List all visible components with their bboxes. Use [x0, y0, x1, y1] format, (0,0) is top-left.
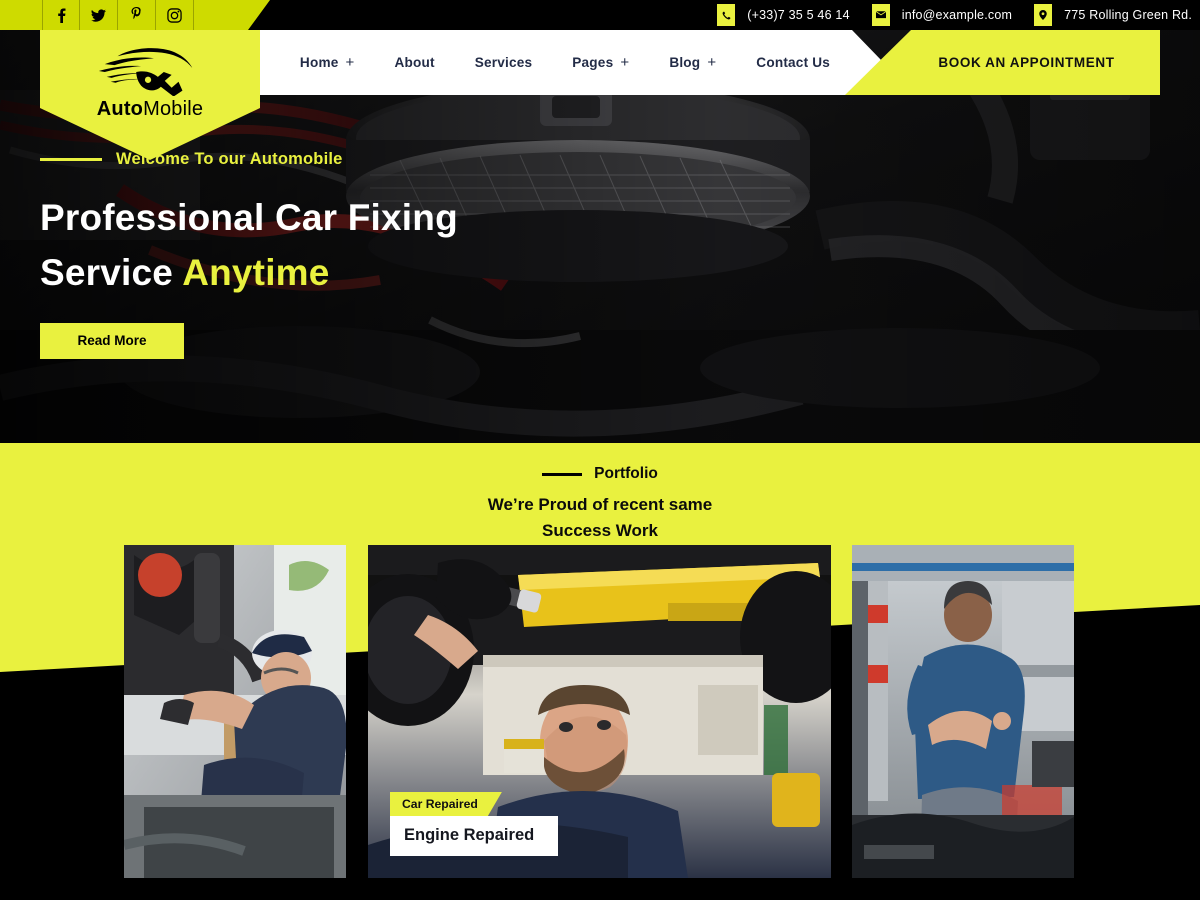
contact-email[interactable]: info@example.com: [871, 0, 1013, 30]
location-pin-icon: [1034, 4, 1053, 26]
nav-item-blog[interactable]: Blog +: [649, 55, 736, 70]
nav-item-services[interactable]: Services: [455, 55, 553, 70]
portfolio-card-featured[interactable]: Car Repaired Engine Repaired: [368, 545, 831, 878]
portfolio-cards: Car Repaired Engine Repaired: [0, 545, 1200, 885]
contact-email-text: info@example.com: [901, 8, 1013, 22]
hero-title-line2: Service Anytime: [40, 246, 740, 301]
portfolio-divider: [542, 472, 583, 476]
hero-title-accent: Anytime: [182, 251, 330, 293]
logo-text-regular: Mobile: [143, 98, 204, 120]
read-more-button[interactable]: Read More: [40, 322, 184, 359]
portfolio-title-line2: Success Work: [542, 520, 658, 540]
contact-phone-text: (+33)7 35 5 46 14: [747, 8, 850, 22]
twitter-icon[interactable]: [80, 0, 118, 30]
nav-item-label: About: [394, 55, 435, 70]
logo-text-bold: Auto: [96, 98, 144, 120]
facebook-icon[interactable]: [42, 0, 80, 30]
nav-item-contact-us[interactable]: Contact Us: [736, 55, 850, 70]
nav-item-label: Home: [299, 55, 339, 70]
hero-title: Professional Car Fixing Service Anytime: [40, 191, 740, 301]
contact-address[interactable]: 775 Rolling Green Rd.: [1034, 0, 1192, 30]
envelope-icon: [871, 4, 890, 26]
nav-item-about[interactable]: About: [374, 55, 454, 70]
hero-title-line2-plain: Service: [40, 251, 183, 293]
portfolio-section: Portfolio We’re Proud of recent same Suc…: [0, 443, 1200, 900]
portfolio-card-image: [124, 545, 346, 878]
nav-item-pages[interactable]: Pages +: [552, 55, 649, 70]
portfolio-title-line1: We’re Proud of recent same: [487, 495, 713, 514]
nav-item-home[interactable]: Home +: [280, 55, 375, 70]
portfolio-title: We’re Proud of recent same Success Work: [0, 492, 1200, 543]
social-links: [0, 0, 270, 30]
nav-item-label: Pages: [572, 55, 614, 70]
contact-info: (+33)7 35 5 46 14 info@example.com 775 R…: [695, 0, 1200, 30]
book-appointment-panel: BOOK AN APPOINTMENT: [845, 30, 1160, 95]
plus-icon: +: [620, 54, 630, 71]
logo-text: AutoMobile: [97, 98, 203, 121]
top-bar: (+33)7 35 5 46 14 info@example.com 775 R…: [0, 0, 1200, 30]
phone-icon: [717, 4, 736, 26]
instagram-icon[interactable]: [156, 0, 194, 30]
contact-phone[interactable]: (+33)7 35 5 46 14: [717, 0, 850, 30]
portfolio-label-row: Portfolio: [0, 465, 1200, 483]
nav-item-label: Blog: [669, 55, 701, 70]
portfolio-card[interactable]: [124, 545, 346, 878]
plus-icon: +: [345, 54, 355, 71]
portfolio-label: Portfolio: [594, 465, 658, 482]
portfolio-card-image: [852, 545, 1074, 878]
portfolio-card-category[interactable]: Car Repaired: [390, 792, 502, 816]
pinterest-icon[interactable]: [118, 0, 156, 30]
eyebrow-divider: [40, 158, 102, 161]
nav-links: Home + About Services Pages + Blog + Con…: [255, 30, 875, 95]
hero-content: Welcome To our Automobile Professional C…: [40, 150, 740, 359]
book-appointment-button[interactable]: BOOK AN APPOINTMENT: [890, 55, 1114, 70]
hero-title-line1: Professional Car Fixing: [40, 197, 458, 238]
portfolio-card-overlay: Car Repaired Engine Repaired: [390, 792, 559, 856]
portfolio-card[interactable]: [852, 545, 1074, 878]
plus-icon: +: [707, 54, 717, 71]
nav-item-label: Contact Us: [756, 55, 831, 70]
car-wrench-logo-icon: [98, 48, 193, 96]
contact-address-text: 775 Rolling Green Rd.: [1064, 8, 1192, 22]
portfolio-header: Portfolio We’re Proud of recent same Suc…: [0, 443, 1200, 543]
nav-item-label: Services: [474, 55, 533, 70]
portfolio-card-title[interactable]: Engine Repaired: [390, 816, 559, 856]
